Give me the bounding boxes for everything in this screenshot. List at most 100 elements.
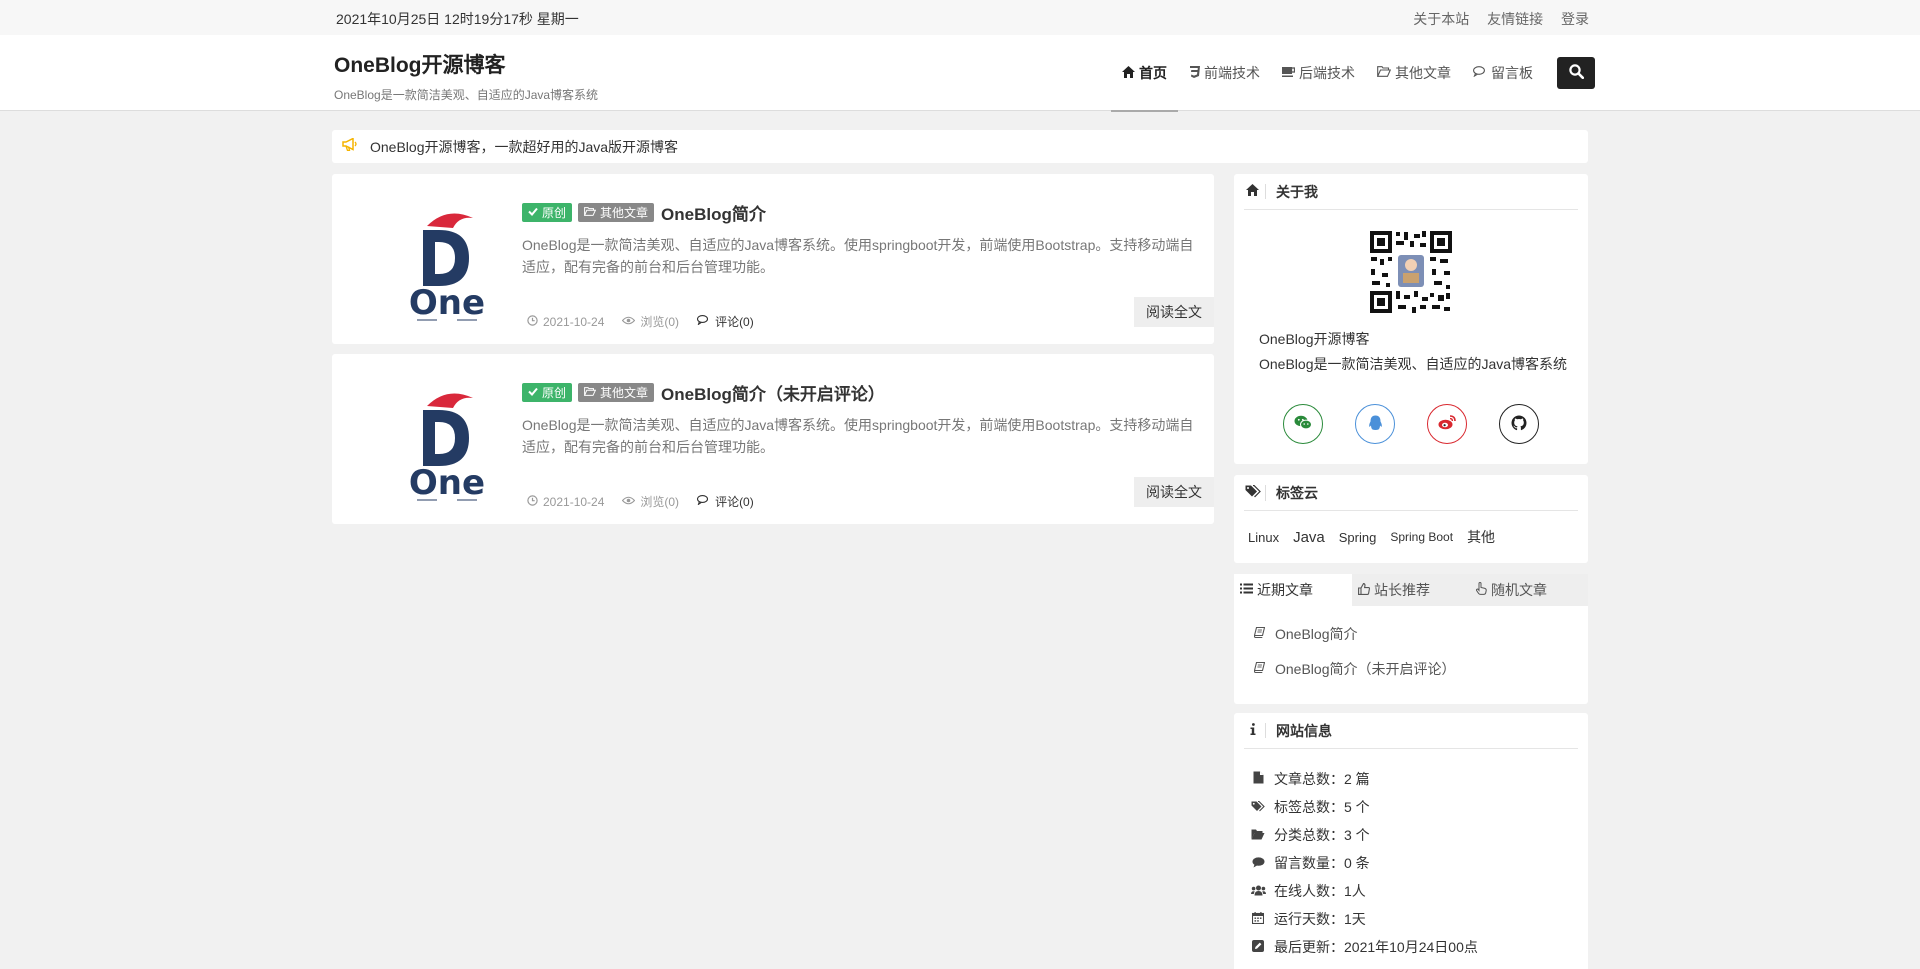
article-title[interactable]: OneBlog简介（未开启评论） (661, 380, 885, 405)
recent-article-title: OneBlog简介 (1275, 625, 1358, 642)
tag-other[interactable]: 其他 (1467, 527, 1495, 547)
stat-last-update: 最后更新：2021年10月24日00点 (1248, 933, 1478, 961)
stat-online-count: 在线人数：1人 (1248, 877, 1478, 905)
nav-item-frontend[interactable]: 前端技术 (1178, 35, 1271, 111)
list-icon (1240, 583, 1253, 597)
bullhorn-icon (342, 137, 358, 155)
oneblog-logo[interactable]: One (377, 196, 517, 323)
current-datetime: 2021年10月25日 12时19分17秒 星期一 (336, 11, 579, 27)
nav-item-label: 其他文章 (1395, 65, 1451, 81)
article-card: One 原创 其他文章 OneBlog简介 OneBlog是一款简洁美观、自适应… (332, 174, 1214, 344)
tab-random[interactable]: 随机文章 (1470, 574, 1588, 606)
comments-text: 评论(0) (715, 495, 754, 509)
stat-text: 文章总数：2 篇 (1274, 771, 1370, 787)
site-stats-list: 文章总数：2 篇 标签总数：5 个 分类总数：3 个 留言数量：0 条 在线人数… (1248, 765, 1478, 961)
wechat-button[interactable] (1283, 404, 1323, 444)
views-text: 浏览(0) (640, 495, 680, 509)
read-more-button[interactable]: 阅读全文 (1134, 477, 1214, 507)
site-info-panel: 网站信息 文章总数：2 篇 标签总数：5 个 分类总数：3 个 留言数量：0 条 (1234, 713, 1588, 969)
list-item[interactable]: OneBlog简介（未开启评论） (1253, 651, 1455, 686)
oneblog-logo[interactable]: One (377, 376, 517, 503)
search-icon (1568, 64, 1584, 82)
badge-label: 其他文章 (600, 386, 649, 400)
qq-icon (1368, 415, 1383, 434)
comments-icon (697, 495, 710, 508)
tag-spring-boot[interactable]: Spring Boot (1390, 530, 1453, 544)
panel-header: 标签云 (1244, 475, 1578, 511)
nav-item-label: 首页 (1139, 65, 1167, 81)
tag-list: Linux Java Spring Spring Boot 其他 (1248, 527, 1509, 547)
tags-icon (1244, 484, 1266, 501)
panel-header: 网站信息 (1244, 713, 1578, 749)
articles-tab-panel: 近期文章 站长推荐 随机文章 OneBlog简介 OneBlog简介（未开启评论… (1234, 574, 1588, 704)
qq-button[interactable] (1355, 404, 1395, 444)
main-nav: 首页 前端技术 后端技术 其他文章 留言板 (1111, 35, 1595, 112)
comment-count[interactable]: 评论(0) (697, 493, 754, 510)
publish-date: 2021-10-24 (527, 493, 604, 510)
list-item[interactable]: OneBlog简介 (1253, 616, 1455, 651)
view-count: 浏览(0) (622, 313, 679, 330)
eye-icon (622, 316, 636, 328)
nav-item-guestbook[interactable]: 留言板 (1462, 35, 1544, 111)
eye-icon (622, 496, 636, 508)
tag-spring[interactable]: Spring (1339, 530, 1377, 545)
panel-title: 关于我 (1276, 183, 1318, 200)
tag-linux[interactable]: Linux (1248, 530, 1279, 545)
search-button[interactable] (1557, 57, 1595, 89)
nav-item-home[interactable]: 首页 (1111, 35, 1178, 112)
github-button[interactable] (1499, 404, 1539, 444)
info-icon (1244, 723, 1266, 738)
book-icon (1253, 661, 1266, 676)
tab-recent[interactable]: 近期文章 (1234, 574, 1352, 606)
site-subtitle: OneBlog是一款简洁美观、自适应的Java博客系统 (334, 88, 599, 102)
file-icon (1248, 771, 1268, 787)
blog-name: OneBlog开源博客 (1259, 331, 1370, 347)
calendar-icon (1248, 911, 1268, 927)
weibo-icon (1438, 415, 1456, 433)
original-badge: 原创 (522, 203, 573, 222)
category-badge[interactable]: 其他文章 (578, 383, 655, 402)
original-badge: 原创 (522, 383, 573, 402)
stat-text: 分类总数：3 个 (1274, 827, 1370, 843)
article-header: 原创 其他文章 OneBlog简介（未开启评论） (522, 380, 885, 405)
home-icon (1122, 65, 1135, 81)
article-title[interactable]: OneBlog简介 (661, 200, 766, 225)
badge-label: 原创 (542, 386, 567, 400)
nav-item-other[interactable]: 其他文章 (1366, 35, 1462, 111)
tab-label: 近期文章 (1257, 582, 1313, 598)
stat-category-count: 分类总数：3 个 (1248, 821, 1478, 849)
blog-intro: OneBlog是一款简洁美观、自适应的Java博客系统 (1259, 356, 1568, 372)
tab-bar: 近期文章 站长推荐 随机文章 (1234, 574, 1588, 606)
edit-icon (1248, 939, 1268, 955)
github-icon (1511, 415, 1527, 434)
nav-item-label: 后端技术 (1299, 65, 1355, 81)
announcement-text[interactable]: OneBlog开源博客，一款超好用的Java版开源博客 (370, 137, 678, 157)
tag-java[interactable]: Java (1293, 529, 1325, 546)
about-site-link[interactable]: 关于本站 (1413, 11, 1469, 27)
site-title[interactable]: OneBlog开源博客 (334, 49, 598, 79)
stat-text: 留言数量：0 条 (1274, 855, 1370, 871)
coffee-icon (1282, 66, 1296, 80)
comment-count[interactable]: 评论(0) (697, 313, 754, 330)
wechat-icon (1294, 415, 1312, 433)
tab-label: 站长推荐 (1374, 582, 1430, 598)
nav-item-label: 前端技术 (1204, 65, 1260, 81)
tab-recommended[interactable]: 站长推荐 (1352, 574, 1470, 606)
nav-item-backend[interactable]: 后端技术 (1271, 35, 1366, 111)
badge-label: 其他文章 (600, 206, 649, 220)
check-icon (528, 207, 538, 219)
category-badge[interactable]: 其他文章 (578, 203, 655, 222)
folder-open-icon (1376, 66, 1392, 80)
weibo-button[interactable] (1427, 404, 1467, 444)
brand[interactable]: OneBlog开源博客 OneBlog是一款简洁美观、自适应的Java博客系统 (334, 49, 598, 103)
comments-text: 评论(0) (715, 315, 754, 329)
stat-message-count: 留言数量：0 条 (1248, 849, 1478, 877)
css3-icon (1189, 65, 1200, 81)
login-link[interactable]: 登录 (1561, 11, 1589, 27)
check-icon (528, 387, 538, 399)
stat-text: 运行天数：1天 (1274, 911, 1366, 927)
read-more-button[interactable]: 阅读全文 (1134, 297, 1214, 327)
friend-links-link[interactable]: 友情链接 (1487, 11, 1543, 27)
top-links: 关于本站 友情链接 登录 (1399, 9, 1589, 29)
recent-articles-list: OneBlog简介 OneBlog简介（未开启评论） (1253, 616, 1455, 686)
